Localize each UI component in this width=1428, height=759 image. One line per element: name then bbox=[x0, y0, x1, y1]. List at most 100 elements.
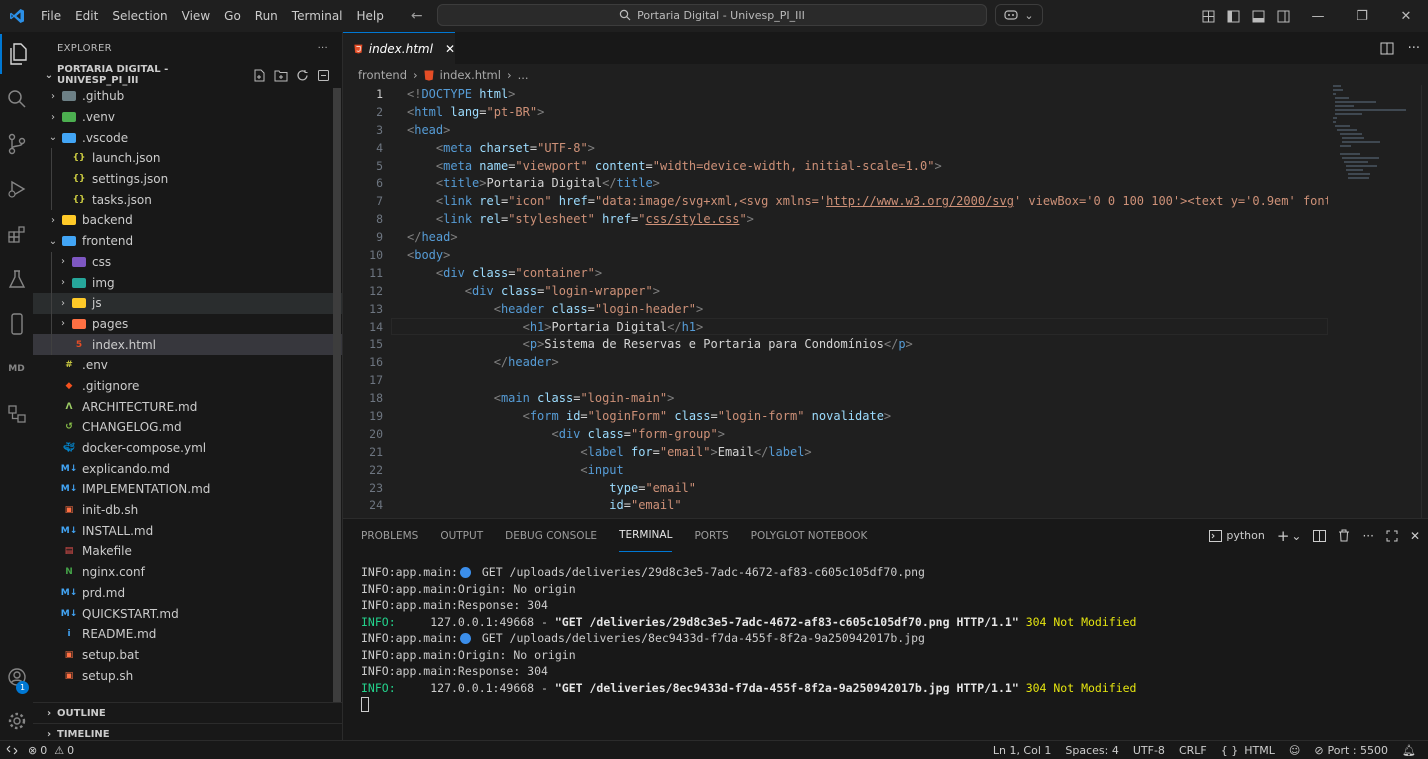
remote-indicator-icon[interactable] bbox=[6, 744, 18, 756]
trash-icon[interactable] bbox=[1338, 529, 1350, 542]
more-actions-icon[interactable]: ··· bbox=[318, 43, 328, 54]
cursor-position[interactable]: Ln 1, Col 1 bbox=[993, 744, 1052, 757]
remote-device-icon[interactable] bbox=[0, 304, 33, 344]
code-line[interactable]: 15 <p>Sistema de Reservas e Portaria par… bbox=[343, 335, 1328, 353]
menu-view[interactable]: View bbox=[175, 0, 217, 32]
code-line[interactable]: 24 id="email" bbox=[343, 496, 1328, 514]
menu-help[interactable]: Help bbox=[350, 0, 391, 32]
menu-run[interactable]: Run bbox=[248, 0, 285, 32]
breadcrumb-more[interactable]: ... bbox=[518, 68, 529, 82]
file-item[interactable]: ◆ .gitignore bbox=[33, 376, 342, 397]
file-item[interactable]: 🐳︎ docker-compose.yml bbox=[33, 438, 342, 459]
file-item[interactable]: Nnginx.conf bbox=[33, 562, 342, 583]
collapse-all-icon[interactable] bbox=[317, 69, 330, 82]
chevron-down-icon[interactable]: ⌄ bbox=[41, 70, 57, 81]
problems-status[interactable]: ⊗ 0 ⚠ 0 bbox=[28, 744, 74, 757]
terminal-prompt[interactable] bbox=[361, 696, 1136, 713]
code-line[interactable]: 13 <header class="login-header"> bbox=[343, 300, 1328, 318]
extensions-icon[interactable] bbox=[0, 214, 33, 254]
project-root[interactable]: ⌄ PORTARIA DIGITAL - UNIVESP_PI_III bbox=[33, 64, 342, 86]
code-line[interactable]: 6 <title>Portaria Digital</title> bbox=[343, 174, 1328, 192]
restore-icon[interactable]: ❐ bbox=[1340, 9, 1384, 24]
file-item[interactable]: {} tasks.json bbox=[33, 189, 342, 211]
explorer-icon[interactable] bbox=[0, 34, 33, 74]
file-item[interactable]: {} launch.json bbox=[33, 148, 342, 169]
terminal-shell-selector[interactable]: python bbox=[1209, 529, 1265, 542]
more-panel-actions-icon[interactable]: ··· bbox=[1362, 529, 1373, 543]
folder-item[interactable]: › backend bbox=[33, 210, 342, 231]
terminal-output[interactable]: INFO:app.main: GET /uploads/deliveries/2… bbox=[361, 564, 1136, 713]
copilot-button[interactable]: ⌄ bbox=[995, 4, 1043, 26]
sidebar-scrollbar[interactable] bbox=[333, 88, 341, 702]
tab-ports[interactable]: PORTS bbox=[694, 519, 728, 552]
file-item[interactable]: ↺ CHANGELOG.md bbox=[33, 417, 342, 438]
breadcrumb-frontend[interactable]: frontend bbox=[358, 68, 407, 82]
chevron-down-icon[interactable]: ⌄ bbox=[1291, 529, 1301, 543]
code-line[interactable]: 23 type="email" bbox=[343, 479, 1328, 497]
file-item[interactable]: M↓ explicando.md bbox=[33, 458, 342, 479]
menu-file[interactable]: File bbox=[34, 0, 68, 32]
settings-gear-icon[interactable] bbox=[0, 701, 33, 741]
folder-item[interactable]: › .venv bbox=[33, 107, 342, 128]
file-item[interactable]: {} settings.json bbox=[33, 168, 342, 190]
end-of-line[interactable]: CRLF bbox=[1179, 744, 1207, 757]
code-line[interactable]: 11 <div class="container"> bbox=[343, 264, 1328, 282]
file-item[interactable]: ▣ init-db.sh bbox=[33, 500, 342, 521]
toggle-secondary-sidebar-icon[interactable] bbox=[1271, 10, 1296, 23]
notifications-bell-icon[interactable]: 🔔︎ bbox=[1402, 744, 1416, 757]
markdown-icon[interactable]: MD bbox=[0, 349, 33, 389]
code-line[interactable]: 16 </header> bbox=[343, 353, 1328, 371]
split-editor-icon[interactable] bbox=[1380, 42, 1394, 55]
customize-layout-icon[interactable] bbox=[1196, 10, 1221, 23]
folder-item[interactable]: › pages bbox=[33, 313, 342, 335]
code-line[interactable]: 19 <form id="loginForm" class="login-for… bbox=[343, 407, 1328, 425]
live-server-port[interactable]: ⊘ Port : 5500 bbox=[1314, 744, 1388, 757]
code-line[interactable]: 7 <link rel="icon" href="data:image/svg+… bbox=[343, 192, 1328, 210]
tab-output[interactable]: OUTPUT bbox=[440, 519, 483, 552]
file-item[interactable]: ▣ setup.bat bbox=[33, 645, 342, 666]
encoding[interactable]: UTF-8 bbox=[1133, 744, 1165, 757]
code-line[interactable]: 5 <meta name="viewport" content="width=d… bbox=[343, 157, 1328, 175]
command-center-search[interactable]: Portaria Digital - Univesp_PI_III bbox=[437, 4, 987, 26]
code-line[interactable]: 22 <input bbox=[343, 461, 1328, 479]
file-item[interactable]: M↓ QUICKSTART.md bbox=[33, 603, 342, 624]
new-file-icon[interactable] bbox=[253, 69, 266, 82]
close-panel-icon[interactable]: ✕ bbox=[1410, 529, 1420, 543]
code-line[interactable]: 21 <label for="email">Email</label> bbox=[343, 443, 1328, 461]
breadcrumb-file[interactable]: index.html bbox=[440, 68, 501, 82]
code-line[interactable]: 9 </head> bbox=[343, 228, 1328, 246]
chevron-down-icon[interactable]: ⌄ bbox=[45, 236, 61, 247]
file-item[interactable]: i README.md bbox=[33, 624, 342, 645]
tab-debug-console[interactable]: DEBUG CONSOLE bbox=[505, 519, 597, 552]
chevron-right-icon[interactable]: › bbox=[45, 91, 61, 102]
code-line[interactable]: 3 <head> bbox=[343, 121, 1328, 139]
indentation[interactable]: Spaces: 4 bbox=[1065, 744, 1118, 757]
menu-go[interactable]: Go bbox=[217, 0, 248, 32]
chevron-right-icon[interactable]: › bbox=[55, 318, 71, 329]
menu-selection[interactable]: Selection bbox=[105, 0, 174, 32]
chevron-right-icon[interactable]: › bbox=[45, 112, 61, 123]
maximize-panel-icon[interactable] bbox=[1386, 530, 1398, 542]
file-item[interactable]: ▤ Makefile bbox=[33, 541, 342, 562]
folder-item[interactable]: › js bbox=[33, 292, 342, 314]
file-item[interactable]: # .env bbox=[33, 355, 342, 376]
new-terminal-icon[interactable]: + bbox=[1277, 527, 1290, 545]
language-mode[interactable]: { } HTML bbox=[1221, 744, 1275, 757]
code-line[interactable]: 17 bbox=[343, 371, 1328, 389]
tab-polyglot-notebook[interactable]: POLYGLOT NOTEBOOK bbox=[751, 519, 868, 552]
folder-item[interactable]: › .github bbox=[33, 86, 342, 107]
file-item[interactable]: M↓ prd.md bbox=[33, 583, 342, 604]
code-line[interactable]: 8 <link rel="stylesheet" href="css/style… bbox=[343, 210, 1328, 228]
code-line[interactable]: 20 <div class="form-group"> bbox=[343, 425, 1328, 443]
copilot-status-icon[interactable]: ☺ bbox=[1289, 744, 1300, 757]
minimap[interactable] bbox=[1333, 85, 1421, 215]
more-editor-actions-icon[interactable]: ··· bbox=[1408, 41, 1420, 56]
tab-terminal[interactable]: TERMINAL bbox=[619, 519, 673, 552]
chevron-right-icon[interactable]: › bbox=[55, 277, 71, 288]
toggle-sidebar-icon[interactable] bbox=[1221, 10, 1246, 23]
code-line[interactable]: 10 <body> bbox=[343, 246, 1328, 264]
menu-terminal[interactable]: Terminal bbox=[285, 0, 350, 32]
editor-scrollbar[interactable] bbox=[1421, 85, 1428, 518]
file-item[interactable]: M↓ INSTALL.md bbox=[33, 520, 342, 541]
code-line[interactable]: 1 <!DOCTYPE html> bbox=[343, 85, 1328, 103]
